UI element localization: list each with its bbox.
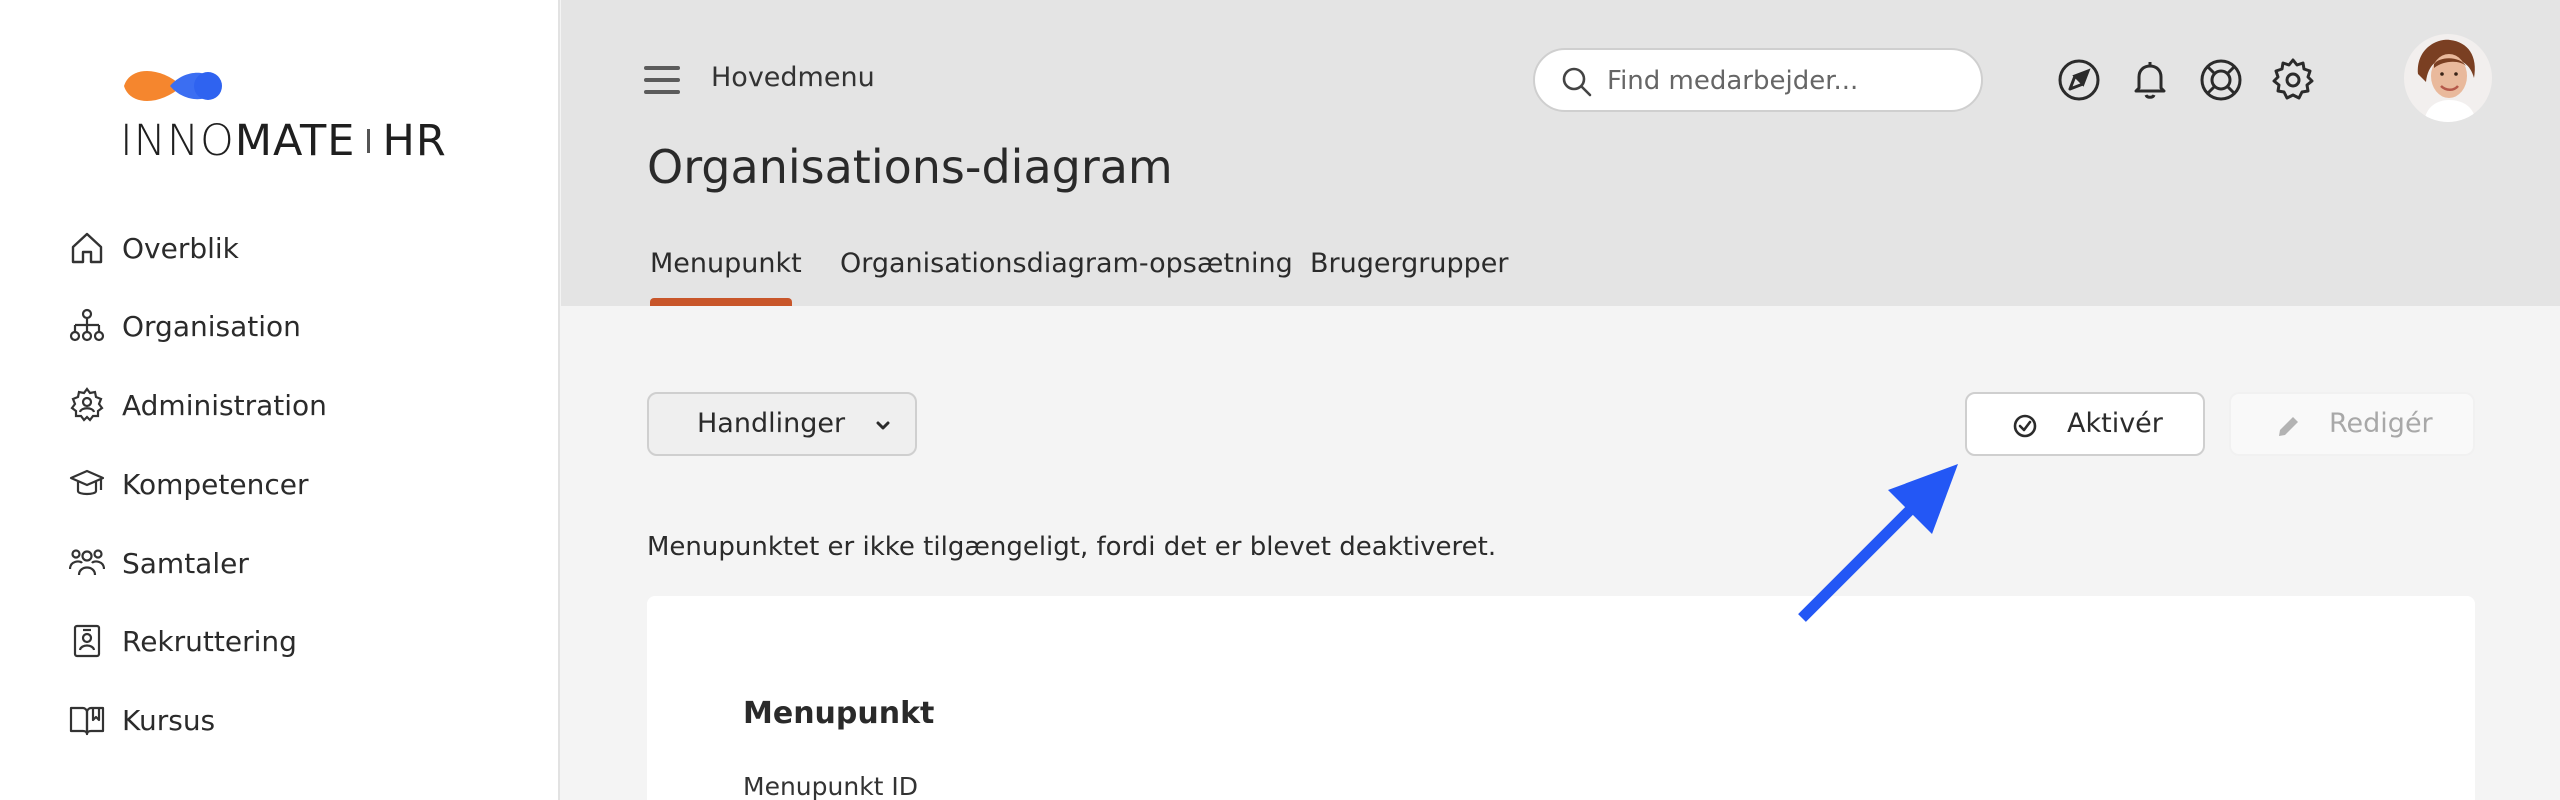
deactivated-notice: Menupunktet er ikke tilgængeligt, fordi … [647,532,1497,562]
sidebar-item-samtaler[interactable]: Samtaler [68,535,528,591]
sidebar-item-label: Rekruttering [122,624,297,658]
id-badge-icon [68,622,106,660]
sidebar-item-label: Kursus [122,703,216,737]
menu-item-card: Menupunkt Menupunkt ID [647,596,2475,800]
annotation-arrow-icon [1798,464,1958,622]
logo-mark-icon [124,71,222,101]
active-tab-indicator [650,298,792,306]
gear-user-icon [68,386,106,424]
menu-item-id-label: Menupunkt ID [743,772,919,800]
tab-brugergrupper[interactable]: Brugergrupper [1310,248,1508,279]
org-chart-icon [68,307,106,345]
sidebar-item-administration[interactable]: Administration [68,377,528,433]
activate-button[interactable]: Aktivér [1965,392,2205,456]
sidebar-item-label: Overblik [122,231,239,265]
people-group-icon [68,544,106,582]
sidebar-item-label: Organisation [122,309,301,343]
lifebuoy-icon[interactable] [2197,56,2245,104]
sidebar-item-kompetencer[interactable]: Kompetencer [68,456,528,512]
activate-label: Aktivér [2067,408,2163,439]
tab-menupunkt[interactable]: Menupunkt [650,248,802,279]
pencil-icon [2279,417,2298,436]
search-input[interactable] [1607,62,1957,100]
sidebar-item-organisation[interactable]: Organisation [68,298,528,354]
user-avatar[interactable] [2404,34,2492,122]
hamburger-menu-icon[interactable] [644,66,680,94]
page-title: Organisations-diagram [647,140,1173,194]
open-book-icon [68,701,106,739]
navigation-icon[interactable] [2055,56,2103,104]
settings-icon[interactable] [2269,56,2317,104]
edit-label: Redigér [2329,408,2433,439]
main-content: Handlinger Aktivér Redigér Menupunktet e… [561,306,2560,800]
tab-organisationsdiagram-opsaetning[interactable]: Organisationsdiagram-opsætning [840,248,1293,279]
edit-button[interactable]: Redigér [2229,392,2475,456]
home-icon [68,229,106,267]
sidebar-item-kursus[interactable]: Kursus [68,692,528,748]
card-title: Menupunkt [743,696,935,731]
actions-label: Handlinger [697,408,846,439]
bell-icon[interactable] [2126,56,2174,104]
sidebar-item-label: Samtaler [122,546,249,580]
sidebar-item-label: Kompetencer [122,467,309,501]
sidebar: INNOMATE HR Overblik Organisation Adminis… [0,0,560,800]
check-circle-icon [2013,414,2037,438]
sidebar-item-rekruttering[interactable]: Rekruttering [68,613,528,669]
logo-wordmark: INNOMATE HR [120,116,447,166]
logo-separator [367,128,371,153]
employee-search[interactable] [1533,48,1983,112]
logo-name-light: INNO [120,116,235,166]
innomate-hr-logo[interactable]: INNOMATE HR [120,62,450,172]
actions-dropdown-button[interactable]: Handlinger [647,392,917,456]
graduation-cap-icon [68,465,106,503]
logo-name-bold: MATE [234,116,356,166]
sidebar-item-overblik[interactable]: Overblik [68,220,528,276]
chevron-down-icon [876,421,890,430]
sidebar-item-label: Administration [122,388,327,422]
top-header: Hovedmenu Organisations-diagram Menupunk… [561,0,2560,306]
logo-suffix: HR [382,116,447,166]
main-menu-label[interactable]: Hovedmenu [711,62,875,93]
search-icon [1562,67,1592,97]
